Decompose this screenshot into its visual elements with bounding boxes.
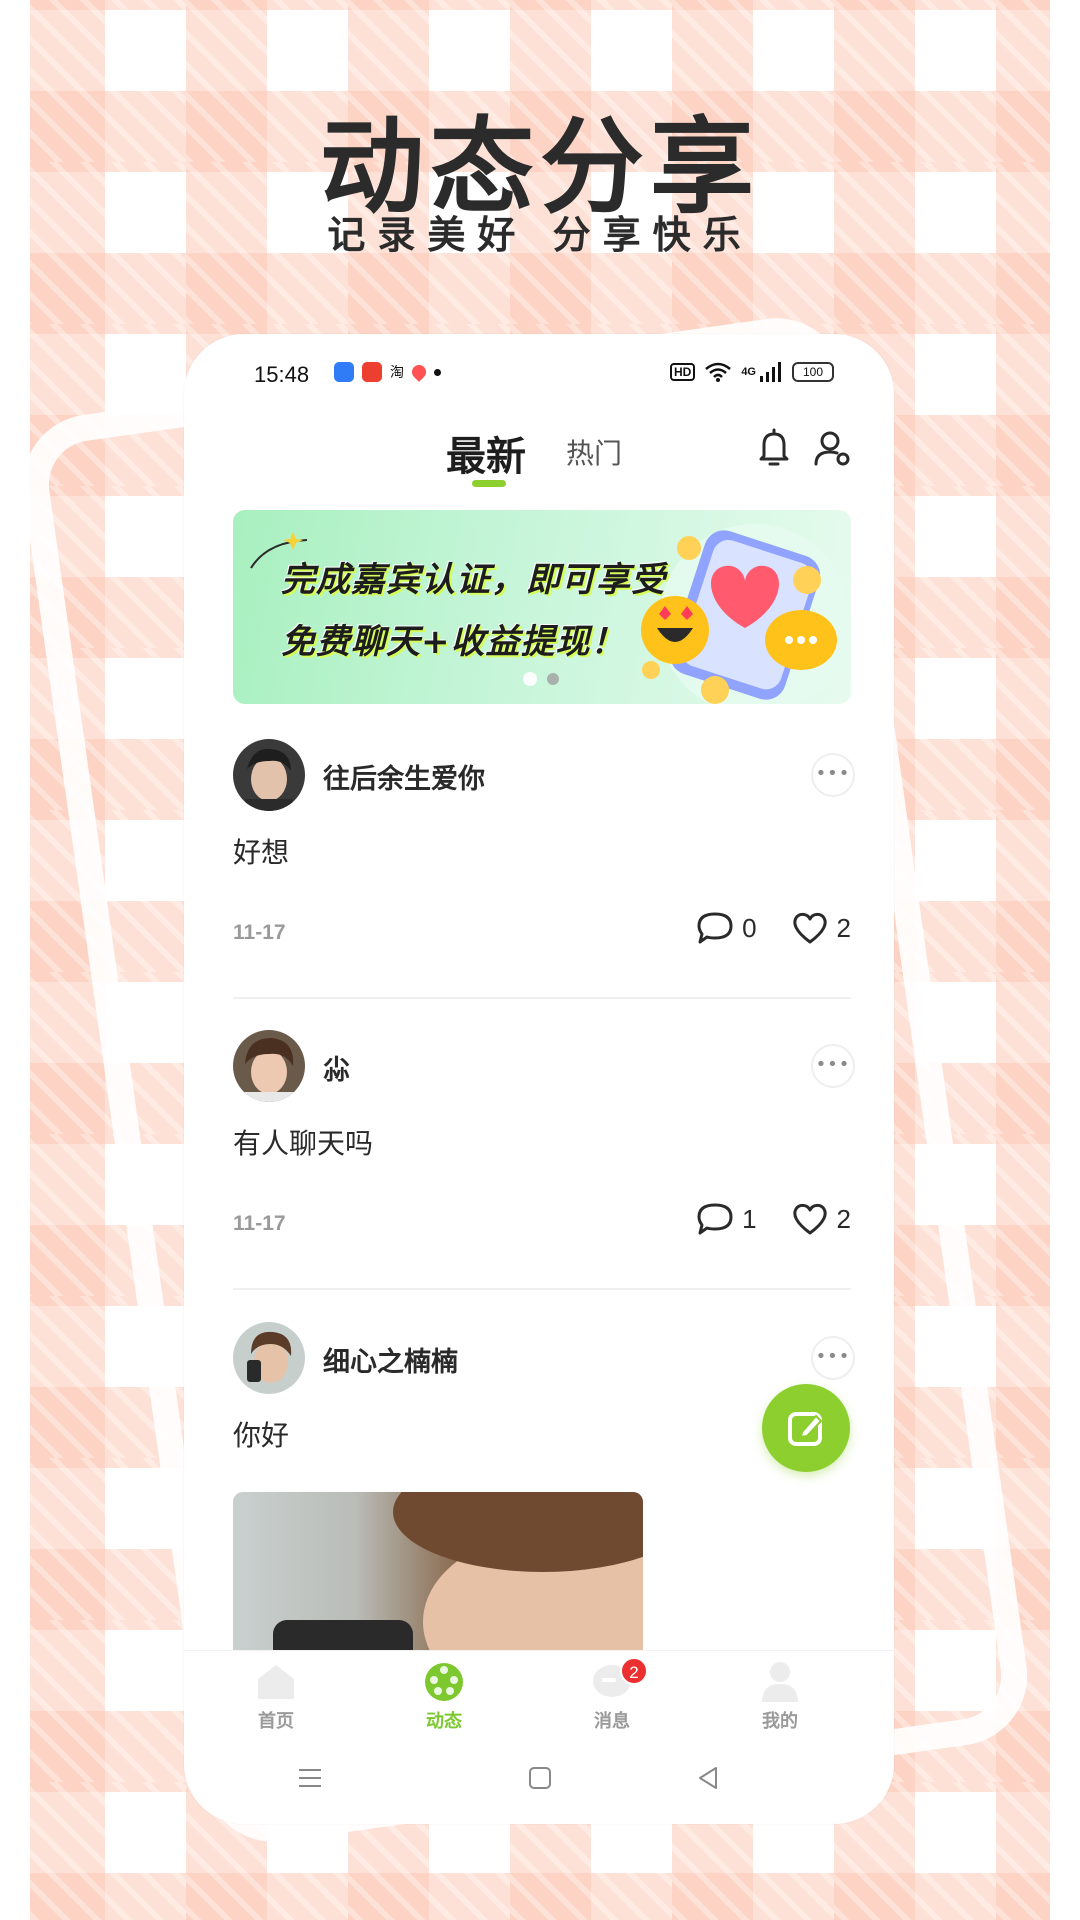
location-pin-icon <box>409 362 429 382</box>
comment-icon <box>697 912 733 944</box>
divider <box>233 1288 851 1290</box>
avatar[interactable] <box>233 739 305 811</box>
hd-icon: HD <box>669 363 696 381</box>
post-date: 11-17 <box>233 921 286 944</box>
avatar[interactable] <box>233 1322 305 1394</box>
more-notifications-icon <box>434 368 441 376</box>
compose-post-button[interactable] <box>762 1384 850 1472</box>
banner-pagination <box>523 672 559 686</box>
comment-icon <box>697 1203 733 1235</box>
active-tab-indicator <box>472 480 506 487</box>
back-triangle-icon[interactable] <box>694 1764 722 1792</box>
more-options-button[interactable]: ••• <box>811 753 855 797</box>
tab-home[interactable]: 首页 <box>216 1659 336 1733</box>
tab-profile[interactable]: 我的 <box>720 1659 840 1733</box>
network-type: 4G <box>741 366 756 378</box>
like-count: 2 <box>836 1203 851 1234</box>
tab-moments[interactable]: 动态 <box>384 1659 504 1733</box>
banner-line-2: 免费聊天+收益提现！ <box>281 622 626 662</box>
video-app-icon <box>362 362 382 382</box>
post-date: 11-17 <box>233 1212 286 1235</box>
profile-icon <box>762 1662 798 1702</box>
post-stats: 0 2 <box>696 911 851 945</box>
comment-button[interactable]: 1 <box>696 1202 757 1236</box>
promo-subtitle: 记录美好 分享快乐 <box>327 213 753 257</box>
post-content: 好想 <box>233 836 290 869</box>
tab-label: 我的 <box>762 1711 798 1732</box>
top-tabs: 最新 热门 <box>184 416 894 496</box>
banner-dot-active[interactable] <box>523 672 537 686</box>
post-content: 你好 <box>233 1419 290 1452</box>
divider <box>233 997 851 999</box>
like-button[interactable]: 2 <box>791 1202 851 1236</box>
post-stats: 1 2 <box>696 1202 851 1236</box>
status-right: HD 4G 100 <box>669 362 834 382</box>
post-author[interactable]: 往后余生爱你 <box>323 757 485 796</box>
heart-icon <box>792 912 827 944</box>
status-time: 15:48 <box>254 362 310 387</box>
taobao-icon: 淘 <box>390 364 404 380</box>
comment-count: 1 <box>742 1203 757 1234</box>
status-app-icons: 淘 <box>334 362 441 382</box>
more-options-button[interactable]: ••• <box>811 1044 855 1088</box>
tab-label: 消息 <box>594 1711 630 1732</box>
tab-hot[interactable]: 热门 <box>566 432 622 472</box>
photo-hair <box>393 1492 643 1572</box>
system-navigation-bar <box>184 1746 894 1824</box>
post-author[interactable]: 尛 <box>323 1048 350 1087</box>
tab-messages[interactable]: 2 消息 <box>552 1657 672 1733</box>
moments-icon <box>425 1663 463 1701</box>
unread-badge: 2 <box>620 1657 648 1685</box>
post-image[interactable] <box>233 1492 643 1652</box>
edit-icon <box>788 1412 823 1446</box>
battery-icon: 100 <box>792 362 834 382</box>
signal-icon <box>760 362 781 382</box>
photo-phone <box>273 1620 413 1652</box>
phone-screen: 15:48 淘 HD 4G 100 最新 热门 完成嘉宾认证，即可享受 免费聊天… <box>184 334 894 1824</box>
post-author[interactable]: 细心之楠楠 <box>323 1340 458 1379</box>
user-settings-icon[interactable] <box>812 428 852 468</box>
comment-count: 0 <box>742 912 757 943</box>
right-edge <box>1050 0 1080 1920</box>
more-options-button[interactable]: ••• <box>811 1336 855 1380</box>
promo-banner[interactable]: 完成嘉宾认证，即可享受 免费聊天+收益提现！ <box>233 510 851 704</box>
tab-latest[interactable]: 最新 <box>446 424 526 482</box>
banner-dot[interactable] <box>547 673 559 685</box>
avatar[interactable] <box>233 1030 305 1102</box>
home-square-icon[interactable] <box>526 1764 554 1792</box>
post-card[interactable]: 细心之楠楠 ••• 你好 <box>233 1322 855 1652</box>
left-edge <box>0 0 30 1920</box>
tab-label: 首页 <box>258 1711 294 1732</box>
wifi-icon <box>705 362 732 382</box>
tab-label: 动态 <box>426 1711 462 1732</box>
like-count: 2 <box>836 912 851 943</box>
bottom-tab-bar: 首页 动态 2 消息 我的 <box>184 1650 894 1746</box>
home-icon <box>258 1665 294 1699</box>
status-bar: 15:48 淘 HD 4G 100 <box>184 334 894 416</box>
heart-icon <box>792 1203 827 1235</box>
bell-icon[interactable] <box>756 428 792 468</box>
post-card[interactable]: 尛 ••• 有人聊天吗 11-17 1 2 <box>233 1030 855 1292</box>
like-button[interactable]: 2 <box>791 911 851 945</box>
post-card[interactable]: 往后余生爱你 ••• 好想 11-17 0 2 <box>233 739 855 1001</box>
app-notification-icon <box>334 362 354 382</box>
post-content: 有人聊天吗 <box>233 1127 374 1160</box>
menu-icon[interactable] <box>296 1764 324 1792</box>
chat-heart-illustration <box>641 524 845 704</box>
comment-button[interactable]: 0 <box>696 911 757 945</box>
